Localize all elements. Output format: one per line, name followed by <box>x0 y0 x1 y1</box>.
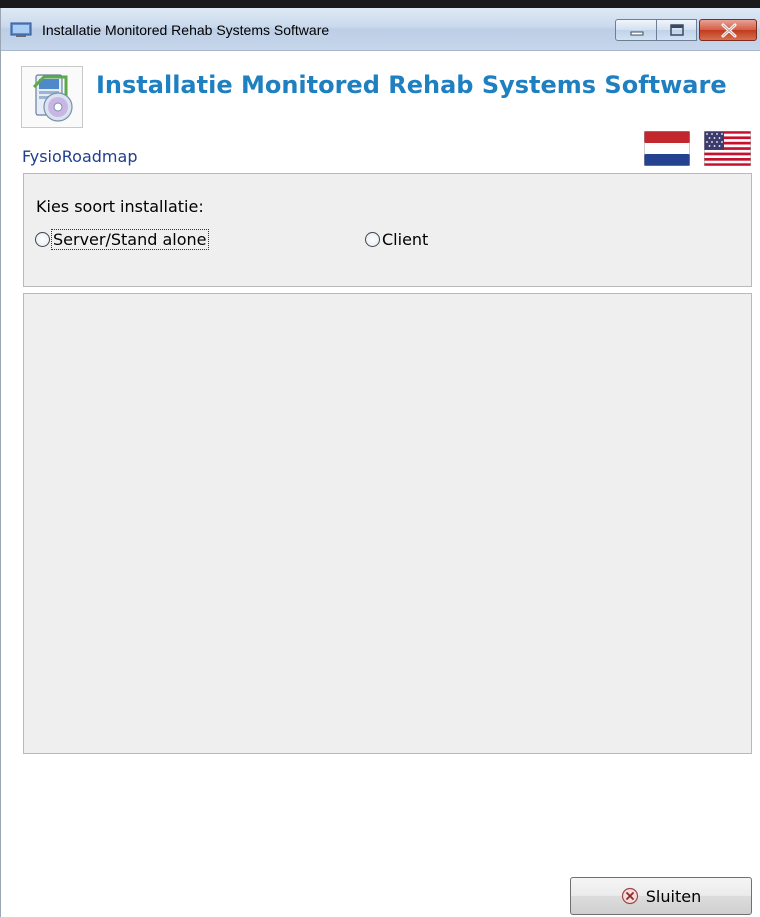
installation-type-label: Kies soort installatie: <box>36 197 204 216</box>
nl-flag-icon[interactable] <box>644 131 690 166</box>
maximize-button[interactable] <box>657 19 697 41</box>
installation-type-group: Kies soort installatie: Server/Stand alo… <box>23 173 752 287</box>
radio-server-label[interactable]: Server/Stand alone <box>51 229 209 250</box>
cancel-circle-icon <box>621 887 638 905</box>
minimize-button[interactable] <box>615 19 657 41</box>
radio-button-icon[interactable] <box>35 232 50 247</box>
window-title: Installatie Monitored Rehab Systems Soft… <box>42 22 330 38</box>
installer-app-icon <box>21 66 83 128</box>
radio-button-icon[interactable] <box>365 232 380 247</box>
installer-window: Installatie Monitored Rehab Systems Soft… <box>0 8 760 917</box>
radio-client[interactable]: Client <box>365 230 428 249</box>
page-title: Installatie Monitored Rehab Systems Soft… <box>96 71 727 99</box>
minimize-icon <box>630 31 644 36</box>
brand-label: FysioRoadmap <box>22 147 138 166</box>
close-button[interactable]: Sluiten <box>570 877 752 915</box>
radio-client-label[interactable]: Client <box>382 230 428 249</box>
content-panel <box>23 293 752 754</box>
us-flag-icon[interactable] <box>704 131 751 166</box>
close-window-button[interactable] <box>699 19 757 41</box>
radio-server-standalone[interactable]: Server/Stand alone <box>35 229 209 250</box>
maximize-icon <box>670 24 684 36</box>
close-button-label: Sluiten <box>645 886 702 906</box>
title-bar[interactable]: Installatie Monitored Rehab Systems Soft… <box>1 8 760 51</box>
close-icon <box>721 23 737 38</box>
app-window-icon <box>10 22 32 37</box>
